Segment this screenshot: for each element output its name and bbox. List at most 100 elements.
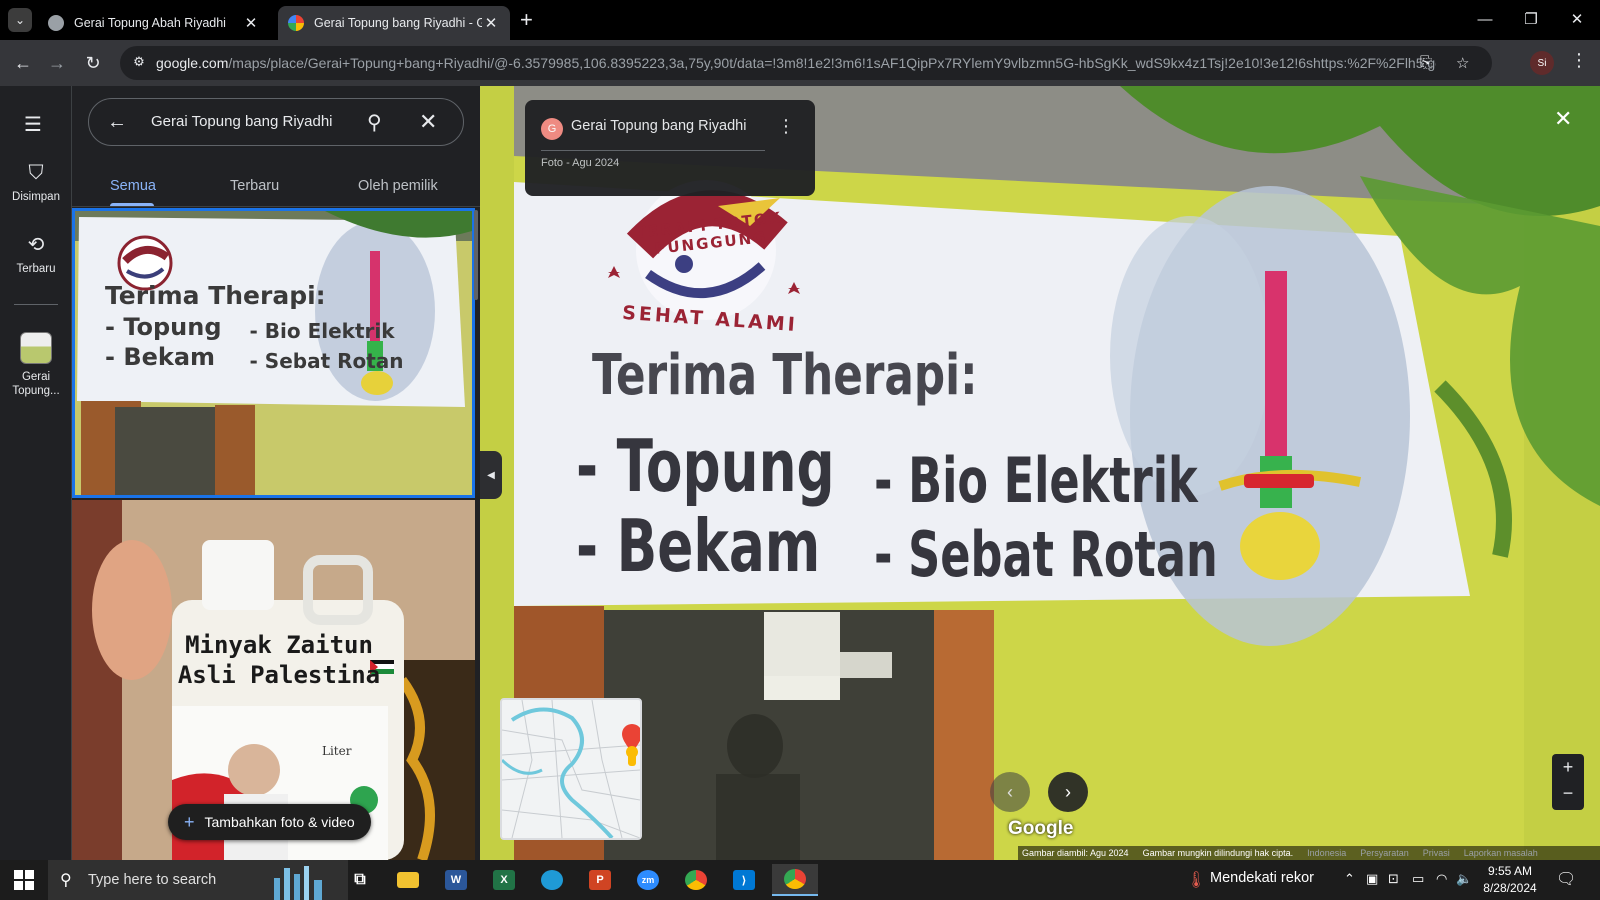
- back-icon[interactable]: ←: [10, 50, 36, 76]
- meet-now-icon[interactable]: ▣: [1366, 871, 1378, 887]
- thumb-line: - Bio Elektrik: [249, 319, 395, 343]
- rail-divider: [14, 304, 58, 305]
- install-app-icon[interactable]: ⎘: [1420, 54, 1432, 71]
- city-skyline-icon: [274, 866, 322, 900]
- wifi-icon[interactable]: ◠: [1436, 871, 1447, 887]
- search-box[interactable]: ← Gerai Topung bang Riyadhi ⚲ ✕: [88, 98, 464, 146]
- monitor-icon[interactable]: ⊡: [1388, 871, 1399, 887]
- add-photo-video-button[interactable]: + Tambahkan foto & video: [168, 804, 371, 840]
- photo-thumbnail-banner[interactable]: Terima Therapi: - Topung - Bekam - Bio E…: [72, 208, 475, 498]
- vscode-icon[interactable]: ⟩: [724, 864, 764, 896]
- tab-latest[interactable]: Terbaru: [230, 178, 279, 194]
- tab-all[interactable]: Semua: [110, 178, 156, 194]
- chrome-icon[interactable]: [676, 864, 716, 896]
- clock-time: 9:55 AM: [1487, 864, 1533, 878]
- globe-icon: [48, 15, 64, 31]
- tab-title: Gerai Topung Abah Riyadhi: [74, 16, 226, 30]
- task-view-icon[interactable]: ⧉: [340, 864, 380, 896]
- banner-line-bekam: - Bekam: [576, 504, 821, 588]
- footer-link-report[interactable]: Laporkan masalah: [1464, 848, 1538, 858]
- clear-search-icon[interactable]: ✕: [419, 109, 437, 135]
- forward-icon[interactable]: →: [44, 50, 70, 76]
- rail-item-label: Terbaru: [16, 263, 56, 275]
- search-input[interactable]: Gerai Topung bang Riyadhi: [151, 113, 333, 130]
- tab-gerai-topung-bang[interactable]: Gerai Topung bang Riyadhi - Go ✕: [278, 6, 510, 40]
- chrome-menu-icon[interactable]: ⋮: [1570, 50, 1588, 71]
- footer-link-terms[interactable]: Persyaratan: [1360, 848, 1409, 858]
- chrome-profile-icon[interactable]: [772, 864, 818, 896]
- bookmark-star-icon[interactable]: ☆: [1456, 54, 1469, 72]
- banner-col2: - Bio Elektrik - Sebat Rotan: [874, 444, 1218, 592]
- photo-info-card: G Gerai Topung bang Riyadhi ⋮ Foto - Agu…: [525, 100, 815, 196]
- battery-icon[interactable]: ▭: [1412, 871, 1424, 887]
- collapse-panel-button[interactable]: ◀: [480, 451, 502, 499]
- restore-icon[interactable]: ❐: [1508, 6, 1554, 34]
- photo-date: Foto - Agu 2024: [541, 157, 620, 169]
- footer-link-region[interactable]: Indonesia: [1307, 848, 1346, 858]
- rail-item-place[interactable]: Gerai Topung...: [0, 332, 72, 398]
- previous-photo-button[interactable]: ‹: [990, 772, 1030, 812]
- file-explorer-icon[interactable]: [388, 864, 428, 896]
- rail-item-label: Disimpan: [12, 191, 60, 203]
- taskbar-search-placeholder: Type here to search: [88, 872, 217, 888]
- bottle-liter-text: Liter: [322, 744, 352, 758]
- banner-line-topung: - Topung: [576, 424, 835, 508]
- tab-divider: [72, 206, 480, 207]
- tab-strip: ⌄ Gerai Topung Abah Riyadhi ✕ Gerai Topu…: [0, 0, 1600, 40]
- photos-panel: ← Gerai Topung bang Riyadhi ⚲ ✕ Semua Te…: [72, 86, 480, 860]
- tab-close-icon[interactable]: ✕: [242, 14, 260, 32]
- zoom-control: + −: [1552, 754, 1584, 810]
- volume-icon[interactable]: 🔈: [1456, 871, 1472, 887]
- history-icon: ⟲: [27, 234, 45, 256]
- footer-link-privacy[interactable]: Privasi: [1423, 848, 1450, 858]
- banner-line-bio-elektrik: - Bio Elektrik: [874, 444, 1198, 517]
- zoom-app-label: zm: [637, 870, 659, 890]
- powerpoint-icon[interactable]: P: [580, 864, 620, 896]
- panel-scrollbar[interactable]: [474, 210, 478, 300]
- zoom-out-icon[interactable]: −: [1552, 780, 1584, 806]
- minimize-icon[interactable]: —: [1462, 6, 1508, 34]
- zoom-in-icon[interactable]: +: [1552, 754, 1584, 780]
- tab-title: Gerai Topung bang Riyadhi - Go: [314, 16, 482, 30]
- banner-thumb-text: Terima Therapi: - Topung - Bekam - Bio E…: [105, 283, 404, 376]
- zoom-app-icon[interactable]: zm: [628, 864, 668, 896]
- profile-avatar[interactable]: Si: [1530, 51, 1554, 75]
- clock-date: 8/28/2024: [1483, 881, 1537, 895]
- address-bar[interactable]: ⚙ google.com/maps/place/Gerai+Topung+ban…: [120, 46, 1492, 80]
- tab-by-owner[interactable]: Oleh pemilik: [358, 178, 438, 194]
- close-viewer-icon[interactable]: ✕: [1554, 106, 1572, 132]
- tray-chevron-icon[interactable]: ⌃: [1344, 871, 1355, 887]
- word-icon[interactable]: W: [436, 864, 476, 896]
- photo-viewer[interactable]: TERAPI TOTOK PUNGGUNG SEHAT ALAMI Terima…: [480, 86, 1600, 860]
- reload-icon[interactable]: ↻: [80, 50, 106, 76]
- tab-close-icon[interactable]: ✕: [482, 14, 500, 32]
- bottle-line: Asli Palestina: [177, 661, 381, 689]
- contributor-avatar[interactable]: G: [541, 118, 563, 140]
- weather-text[interactable]: Mendekati rekor: [1210, 870, 1314, 886]
- bottle-line: Minyak Zaitun: [185, 631, 373, 659]
- more-options-icon[interactable]: ⋮: [777, 116, 795, 137]
- url-text[interactable]: google.com/maps/place/Gerai+Topung+bang+…: [156, 55, 1436, 71]
- taskbar-search[interactable]: ⚲ Type here to search: [48, 860, 348, 900]
- tab-gerai-topung-abah[interactable]: Gerai Topung Abah Riyadhi ✕: [38, 6, 270, 40]
- thumb-heading: Terima Therapi:: [105, 281, 326, 310]
- edge-icon[interactable]: [532, 864, 572, 896]
- mini-map[interactable]: [500, 698, 642, 840]
- place-name[interactable]: Gerai Topung bang Riyadhi: [571, 118, 746, 134]
- search-icon[interactable]: ⚲: [367, 110, 382, 135]
- window-close-icon[interactable]: ✕: [1554, 6, 1600, 34]
- card-divider: [541, 150, 765, 151]
- excel-icon[interactable]: X: [484, 864, 524, 896]
- notification-icon[interactable]: 🗨: [1556, 869, 1576, 889]
- next-photo-button[interactable]: ›: [1048, 772, 1088, 812]
- rail-item-saved[interactable]: ⛉ Disimpan: [0, 162, 72, 203]
- taskbar-clock[interactable]: 9:55 AM 8/28/2024: [1474, 863, 1546, 897]
- menu-icon[interactable]: ☰: [24, 112, 42, 137]
- bottle-label-text: Minyak Zaitun Asli Palestina: [172, 630, 386, 690]
- back-arrow-icon[interactable]: ←: [107, 111, 127, 134]
- rail-item-recent[interactable]: ⟲ Terbaru: [0, 232, 72, 275]
- windows-start-icon[interactable]: [14, 870, 34, 890]
- tab-search-button[interactable]: ⌄: [8, 8, 32, 32]
- site-info-icon[interactable]: ⚙: [130, 54, 148, 72]
- new-tab-button[interactable]: +: [520, 8, 533, 32]
